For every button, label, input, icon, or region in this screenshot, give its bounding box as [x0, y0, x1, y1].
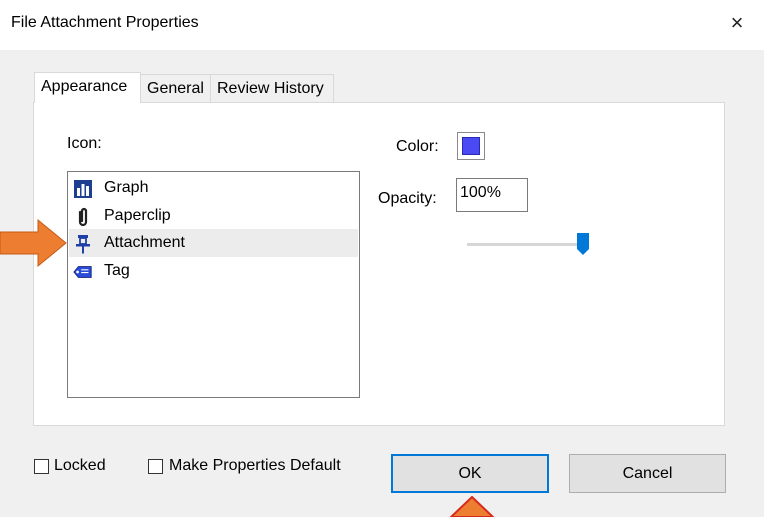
- graph-icon: [73, 179, 93, 199]
- tab-appearance[interactable]: Appearance: [34, 72, 141, 103]
- list-item-label: Paperclip: [104, 207, 171, 224]
- list-item-label: Attachment: [104, 234, 185, 251]
- title-bar: File Attachment Properties ×: [0, 0, 764, 50]
- tab-review-history[interactable]: Review History: [210, 74, 334, 102]
- opacity-label: Opacity:: [378, 190, 437, 207]
- icon-label: Icon:: [67, 135, 102, 152]
- cancel-button[interactable]: Cancel: [569, 454, 726, 493]
- locked-checkbox[interactable]: [34, 459, 49, 474]
- make-default-checkbox[interactable]: [148, 459, 163, 474]
- color-label: Color:: [396, 138, 439, 155]
- icon-listbox[interactable]: Graph Paperclip Attachment Tag: [67, 171, 360, 398]
- opacity-slider-track[interactable]: [467, 243, 587, 246]
- annotation-arrow-up-icon: [450, 496, 494, 517]
- tag-icon: [73, 262, 93, 282]
- list-item-tag[interactable]: Tag: [69, 257, 358, 285]
- color-picker-button[interactable]: [457, 132, 485, 160]
- window-title: File Attachment Properties: [11, 14, 199, 31]
- list-item-attachment[interactable]: Attachment: [69, 229, 358, 257]
- paperclip-icon: [73, 207, 93, 227]
- list-item-paperclip[interactable]: Paperclip: [69, 202, 358, 230]
- close-icon[interactable]: ×: [720, 8, 754, 38]
- list-item-graph[interactable]: Graph: [69, 174, 358, 202]
- list-item-label: Tag: [104, 262, 130, 279]
- opacity-input[interactable]: 100%: [456, 178, 528, 212]
- list-item-label: Graph: [104, 179, 149, 196]
- color-swatch: [462, 137, 480, 155]
- make-default-label: Make Properties Default: [169, 457, 341, 474]
- tab-general[interactable]: General: [140, 74, 211, 102]
- pushpin-icon: [73, 234, 93, 254]
- locked-label: Locked: [54, 457, 106, 474]
- opacity-slider-thumb[interactable]: [577, 233, 589, 255]
- annotation-arrow-right-icon: [0, 218, 67, 268]
- ok-button[interactable]: OK: [391, 454, 549, 493]
